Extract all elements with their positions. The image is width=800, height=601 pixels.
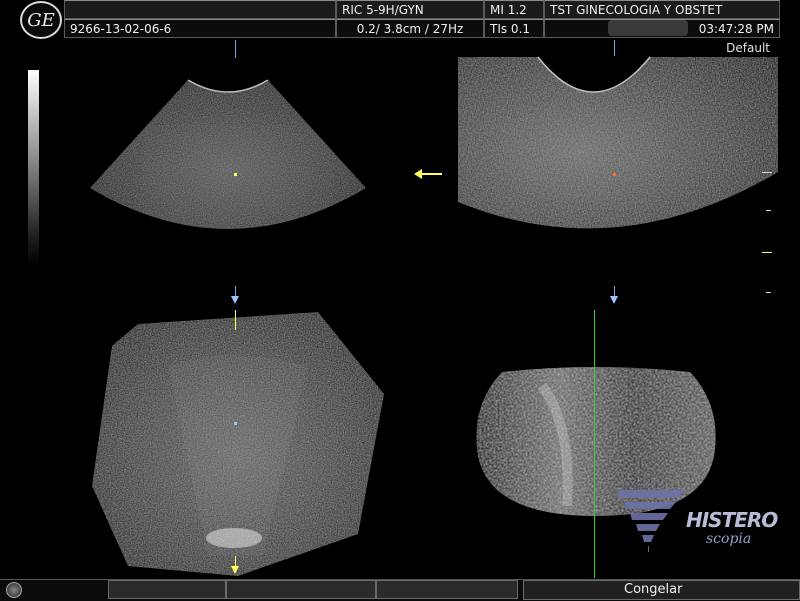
center-dot-c [234,422,237,425]
plane-c-image [92,312,384,576]
depth-frequency: 0.2/ 3.8cm / 27Hz [336,19,484,38]
redacted-patient-name [608,20,688,36]
watermark-sub: scopia [706,531,752,547]
patient-id: 9266-13-02-06-6 [64,19,336,38]
header-blank-cell [64,0,336,19]
tis-value: TIs 0.1 [484,19,544,38]
plane-a-image [90,79,366,229]
marker-line-a-top [235,40,236,58]
marker-line-b-top [614,40,615,56]
clinic-name: TST GINECOLOGIA Y OBSTET [544,0,780,19]
marker-line-b-bottom [614,286,615,296]
ultrasound-plane-a[interactable] [88,70,368,250]
freeze-button[interactable]: Congelar [523,580,800,600]
down-arrow-icon [231,296,239,304]
down-arrow-icon-b [610,296,618,304]
plane-b-image [458,56,778,229]
soft-key-3[interactable] [376,580,518,599]
marker-line-c-yellow [235,310,236,330]
watermark-word: HISTERO [686,508,778,532]
left-arrow-icon [420,173,442,175]
depth-tick [762,172,772,173]
down-arrow-icon-bottom [231,566,239,574]
ge-logo-icon: GE [20,1,62,39]
trackball-icon[interactable] [6,582,22,598]
grayscale-bar [28,70,39,265]
probe-label: RIC 5-9H/GYN [336,0,484,19]
left-arrow-head [414,169,422,179]
depth-tick [766,210,771,211]
green-cut-line[interactable] [594,310,595,578]
ultrasound-plane-b[interactable] [418,52,778,252]
soft-key-2[interactable] [226,580,376,599]
mi-value: MI 1.2 [484,0,544,19]
soft-key-1[interactable] [108,580,226,599]
ultrasound-plane-c[interactable] [88,306,388,578]
center-dot-a [234,173,237,176]
logo-text: GE [27,9,55,31]
focus-tick [762,252,772,253]
depth-tick [766,292,771,293]
center-dot-b [613,173,616,176]
